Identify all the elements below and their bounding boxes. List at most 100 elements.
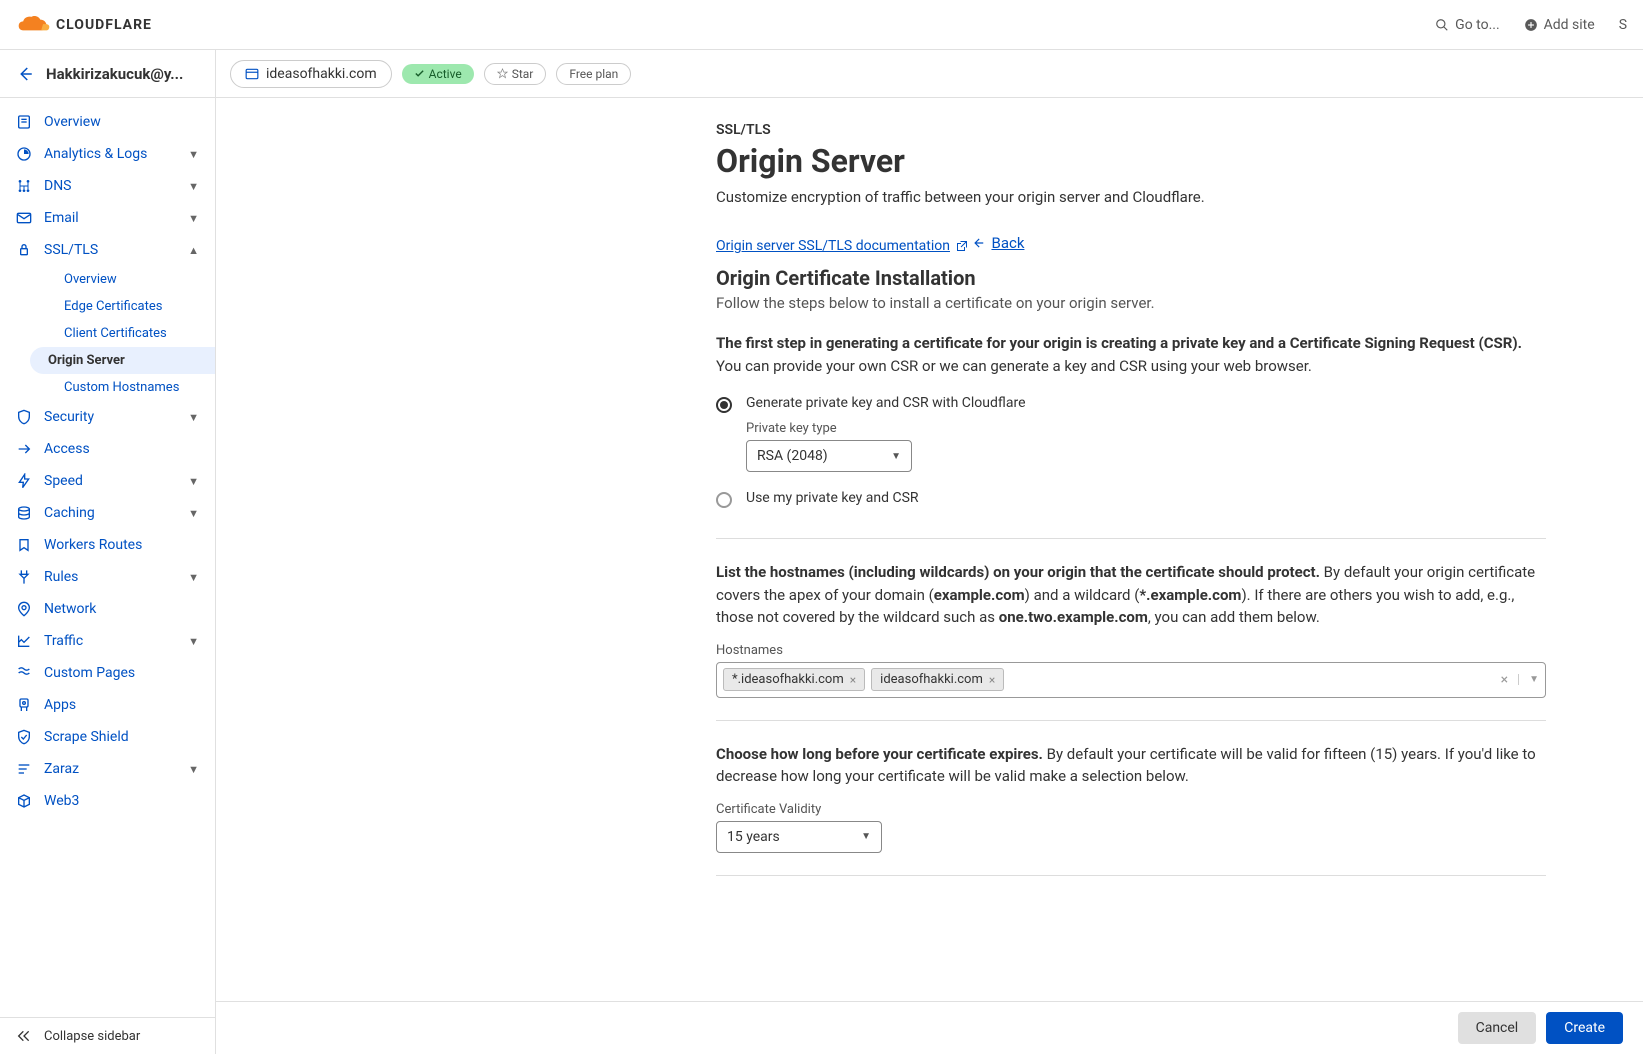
hostnames-input[interactable]: *.ideasofhakki.com× ideasofhakki.com× × ▼ xyxy=(716,662,1546,698)
divider xyxy=(716,720,1546,721)
nav-icon xyxy=(16,537,32,553)
cloud-icon xyxy=(16,14,52,36)
back-arrow-icon[interactable] xyxy=(16,65,34,83)
domain-selector[interactable]: ideasofhakki.com xyxy=(230,60,392,88)
account-email: Hakkirizakucuk@y... xyxy=(46,65,183,83)
clear-icon[interactable]: × xyxy=(1501,672,1508,688)
hostnames-intro: List the hostnames (including wildcards)… xyxy=(716,561,1546,629)
chevron-up-icon: ▲ xyxy=(188,244,199,257)
sidebar-subitem-client-certificates[interactable]: Client Certificates xyxy=(48,320,215,347)
nav-icon xyxy=(16,633,32,649)
nav-icon xyxy=(16,793,32,809)
doc-link[interactable]: Origin server SSL/TLS documentation xyxy=(716,238,968,254)
chevron-down-icon: ▼ xyxy=(188,763,199,776)
cancel-button[interactable]: Cancel xyxy=(1458,1012,1537,1044)
addsite-button[interactable]: Add site xyxy=(1524,17,1595,33)
nav-icon xyxy=(16,665,32,681)
sidebar-item-security[interactable]: Security▼ xyxy=(0,401,215,433)
radio-generate[interactable] xyxy=(716,397,732,413)
page-title: Origin Server xyxy=(716,142,1546,180)
sidebar-subitem-custom-hostnames[interactable]: Custom Hostnames xyxy=(48,374,215,401)
sidebar-item-ssl-tls[interactable]: SSL/TLS▲ xyxy=(0,234,215,266)
nav-icon xyxy=(16,569,32,585)
brand-text: CLOUDFLARE xyxy=(56,17,152,33)
divider xyxy=(716,538,1546,539)
star-button[interactable]: Star xyxy=(484,63,547,85)
divider xyxy=(716,875,1546,876)
sidebar-item-overview[interactable]: Overview xyxy=(0,106,215,138)
nav-icon xyxy=(16,761,32,777)
radio-generate-label: Generate private key and CSR with Cloudf… xyxy=(746,395,1546,411)
sidebar-item-network[interactable]: Network xyxy=(0,593,215,625)
status-badge: Active xyxy=(402,64,474,84)
sidebar-item-apps[interactable]: Apps xyxy=(0,689,215,721)
remove-tag-icon[interactable]: × xyxy=(850,673,856,687)
plan-badge: Free plan xyxy=(556,63,631,85)
chevron-down-icon: ▼ xyxy=(188,212,199,225)
chevron-down-icon: ▼ xyxy=(861,831,871,842)
nav-icon xyxy=(16,441,32,457)
star-icon xyxy=(497,68,508,79)
sidebar-subitem-edge-certificates[interactable]: Edge Certificates xyxy=(48,293,215,320)
radio-own-csr[interactable] xyxy=(716,492,732,508)
breadcrumb: SSL/TLS xyxy=(716,122,1546,138)
sidebar-item-access[interactable]: Access xyxy=(0,433,215,465)
sidebar-item-rules[interactable]: Rules▼ xyxy=(0,561,215,593)
sidebar-item-speed[interactable]: Speed▼ xyxy=(0,465,215,497)
plus-circle-icon xyxy=(1524,18,1538,32)
chevron-down-icon: ▼ xyxy=(188,635,199,648)
sidebar-subitem-origin-server[interactable]: Origin Server xyxy=(30,347,215,374)
chevron-down-icon: ▼ xyxy=(188,475,199,488)
hostnames-label: Hostnames xyxy=(716,643,1546,658)
external-link-icon xyxy=(956,240,968,252)
chevron-down-icon: ▼ xyxy=(188,148,199,161)
pk-type-select[interactable]: RSA (2048) ▼ xyxy=(746,440,912,472)
sidebar-item-custom-pages[interactable]: Custom Pages xyxy=(0,657,215,689)
collapse-icon xyxy=(16,1028,32,1044)
sidebar-item-dns[interactable]: DNS▼ xyxy=(0,170,215,202)
sidebar-item-scrape-shield[interactable]: Scrape Shield xyxy=(0,721,215,753)
nav-icon xyxy=(16,729,32,745)
nav-icon xyxy=(16,210,32,226)
validity-label: Certificate Validity xyxy=(716,802,1546,817)
nav-icon xyxy=(16,409,32,425)
sidebar-item-web3[interactable]: Web3 xyxy=(0,785,215,817)
arrow-left-icon xyxy=(971,236,985,250)
step1-text: The first step in generating a certifica… xyxy=(716,332,1546,377)
hostname-tag: ideasofhakki.com× xyxy=(871,668,1004,691)
sidebar-item-workers-routes[interactable]: Workers Routes xyxy=(0,529,215,561)
hostname-tag: *.ideasofhakki.com× xyxy=(723,668,865,691)
chevron-down-icon[interactable]: ▼ xyxy=(1518,674,1539,685)
validity-select[interactable]: 15 years ▼ xyxy=(716,821,882,853)
nav-icon xyxy=(16,146,32,162)
topbar-more: S xyxy=(1619,17,1627,33)
sidebar-item-analytics-logs[interactable]: Analytics & Logs▼ xyxy=(0,138,215,170)
section-title: Origin Certificate Installation xyxy=(716,266,1546,290)
chevron-down-icon: ▼ xyxy=(891,451,901,462)
nav-icon xyxy=(16,505,32,521)
radio-own-csr-label: Use my private key and CSR xyxy=(746,490,1546,506)
account-header[interactable]: Hakkirizakucuk@y... xyxy=(0,50,215,98)
nav-icon xyxy=(16,114,32,130)
nav-icon xyxy=(16,601,32,617)
search-icon xyxy=(1435,18,1449,32)
brand-logo[interactable]: CLOUDFLARE xyxy=(16,14,152,36)
create-button[interactable]: Create xyxy=(1546,1012,1623,1044)
chevron-down-icon: ▼ xyxy=(188,571,199,584)
sidebar-item-caching[interactable]: Caching▼ xyxy=(0,497,215,529)
chevron-down-icon: ▼ xyxy=(188,507,199,520)
remove-tag-icon[interactable]: × xyxy=(989,673,995,687)
nav-icon xyxy=(16,697,32,713)
sidebar-item-email[interactable]: Email▼ xyxy=(0,202,215,234)
sidebar-subitem-overview[interactable]: Overview xyxy=(48,266,215,293)
goto-button[interactable]: Go to... xyxy=(1435,17,1500,33)
collapse-sidebar[interactable]: Collapse sidebar xyxy=(0,1017,215,1054)
page-description: Customize encryption of traffic between … xyxy=(716,188,1546,206)
sidebar-item-zaraz[interactable]: Zaraz▼ xyxy=(0,753,215,785)
sidebar-item-traffic[interactable]: Traffic▼ xyxy=(0,625,215,657)
sidebar: Hakkirizakucuk@y... OverviewAnalytics & … xyxy=(0,50,216,1054)
back-link[interactable]: Back xyxy=(971,234,1024,252)
section-desc: Follow the steps below to install a cert… xyxy=(716,294,1546,312)
validity-intro: Choose how long before your certificate … xyxy=(716,743,1546,788)
pk-type-label: Private key type xyxy=(746,421,1546,436)
